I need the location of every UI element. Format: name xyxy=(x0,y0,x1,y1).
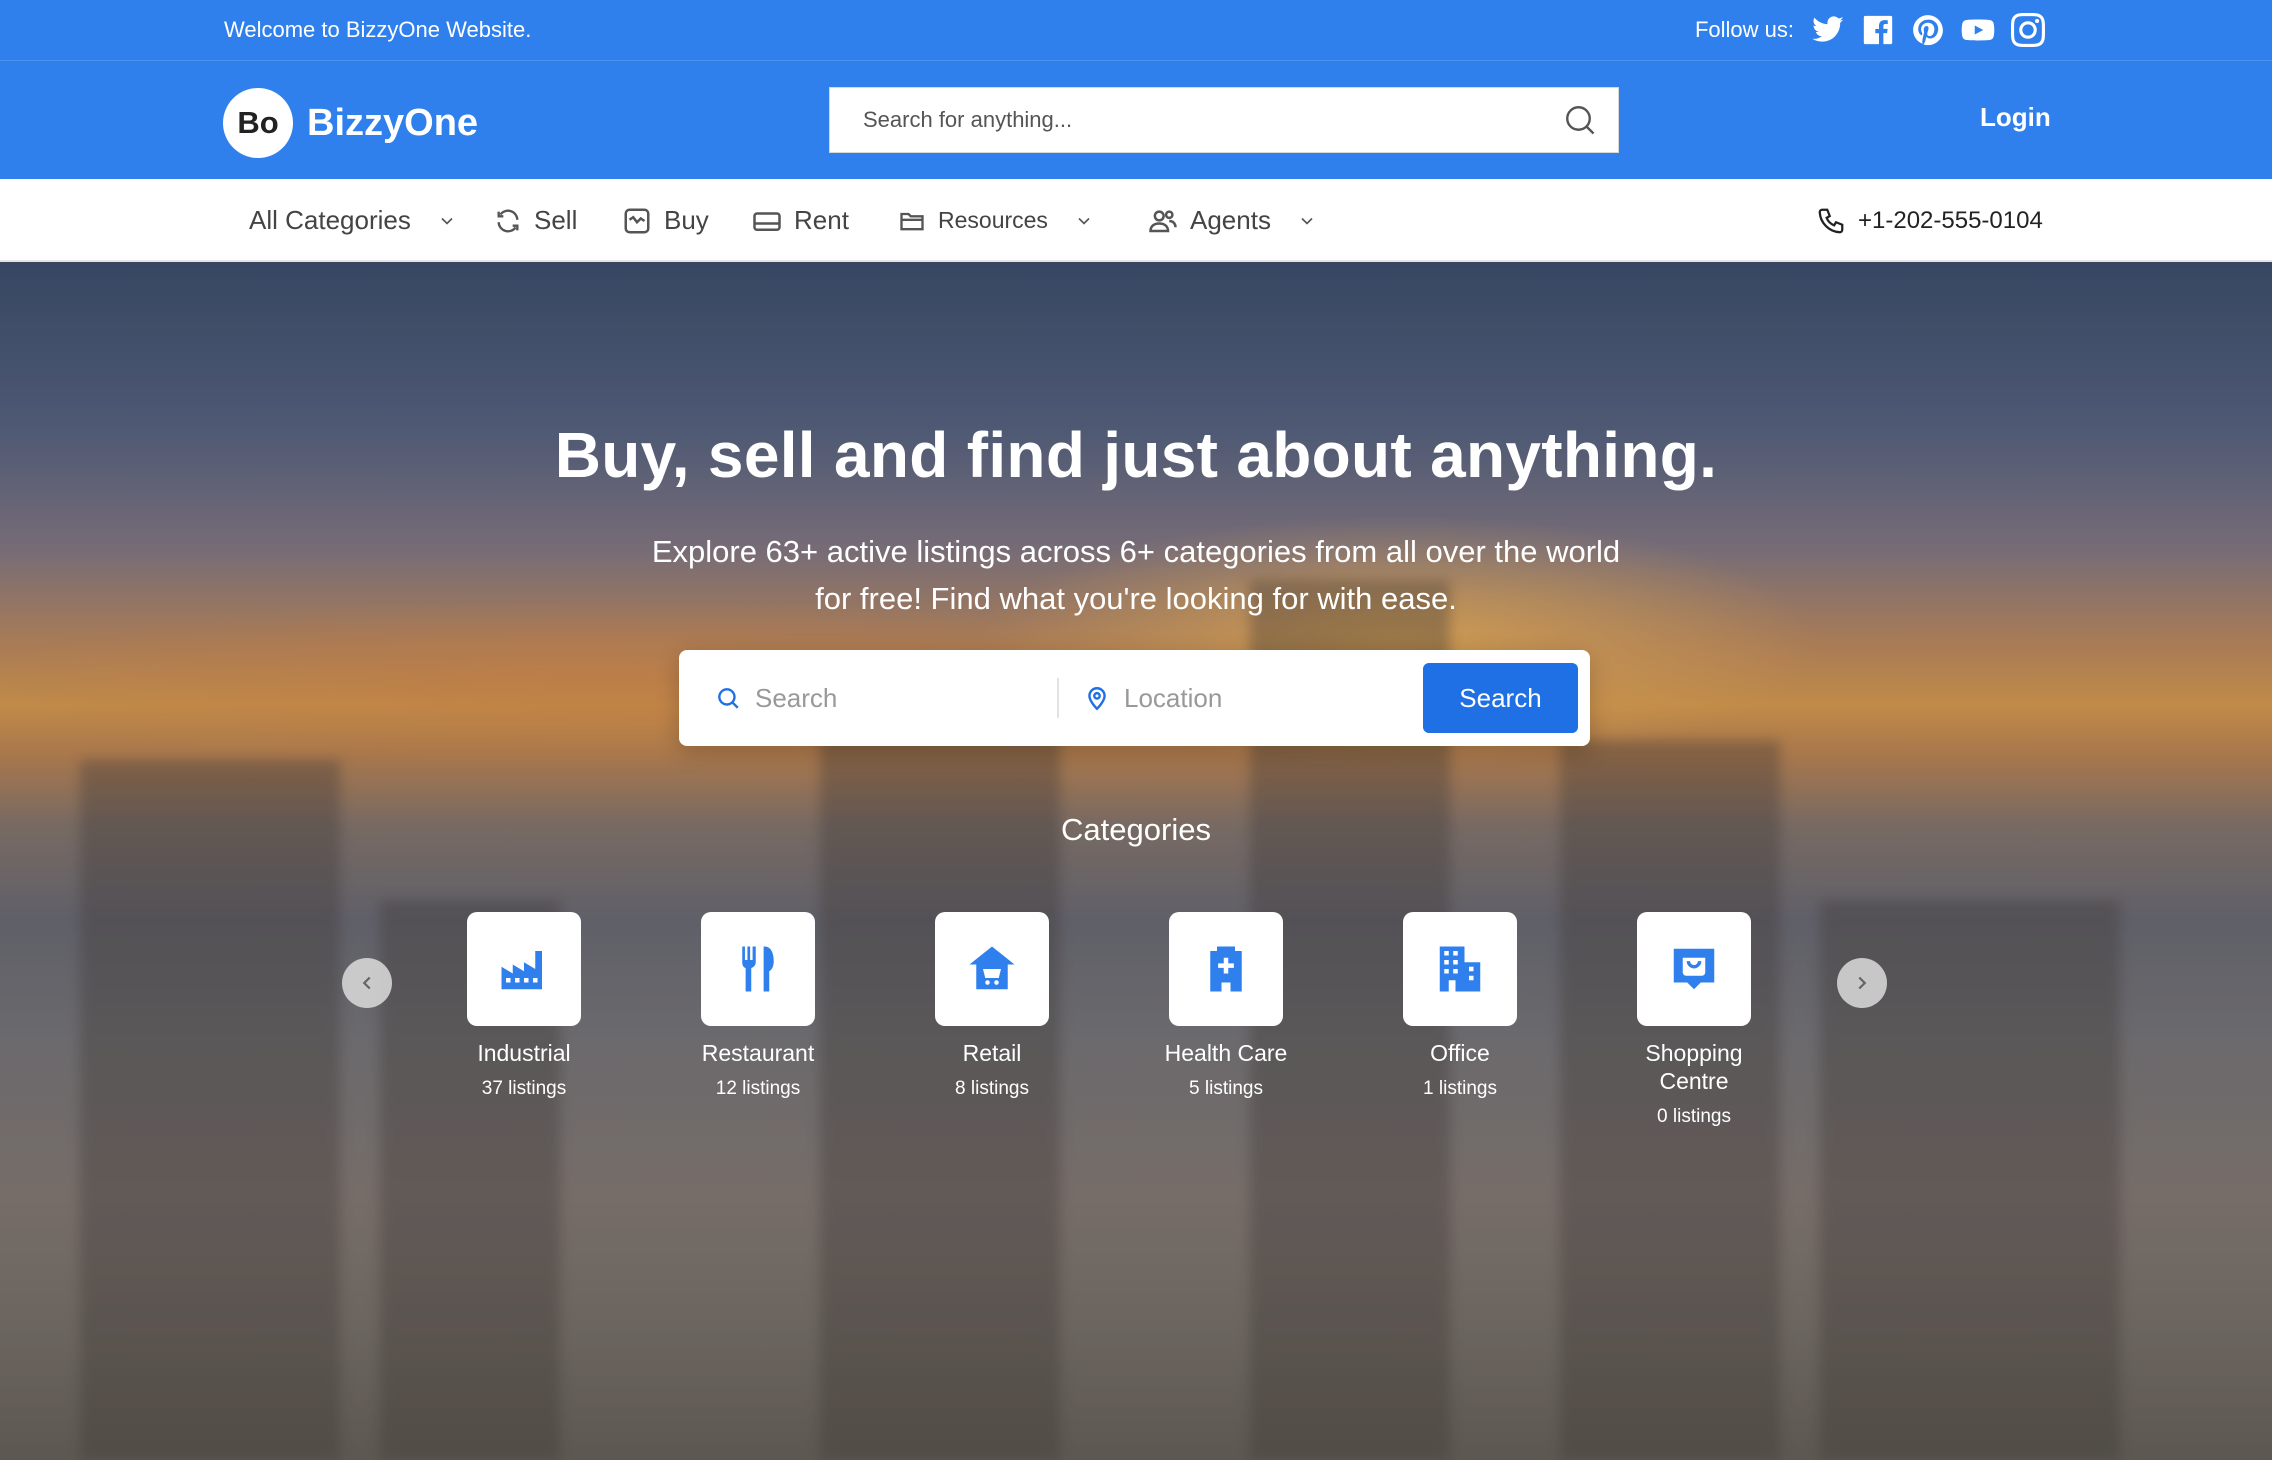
category-name: Shopping Centre xyxy=(1645,1040,1743,1094)
nav-all-categories[interactable]: All Categories xyxy=(249,179,457,262)
category-name: Restaurant xyxy=(701,1040,815,1066)
category-icon-box xyxy=(701,912,815,1026)
logo-text: BizzyOne xyxy=(307,101,479,144)
category-count: 8 listings xyxy=(955,1078,1029,1099)
factory-icon xyxy=(501,951,542,990)
nav-buy[interactable]: Buy xyxy=(622,179,709,262)
category-card[interactable]: Shopping Centre 0 listings xyxy=(1614,912,1774,1128)
category-card[interactable]: Restaurant 12 listings xyxy=(678,912,838,1100)
hero-search-input[interactable] xyxy=(755,682,1055,714)
hero-subtitle: Explore 63+ active listings across 6+ ca… xyxy=(651,534,1621,616)
folder-icon xyxy=(900,212,924,230)
nav-buy-label: Buy xyxy=(664,205,709,235)
nav-rent-label: Rent xyxy=(794,205,849,235)
hospital-icon xyxy=(1210,946,1242,992)
location-field xyxy=(1084,650,1424,746)
twitter-icon[interactable] xyxy=(1810,12,1846,48)
category-count: 37 listings xyxy=(481,1078,567,1099)
shopping-bag-icon xyxy=(1673,948,1715,990)
category-icon-box xyxy=(1637,912,1751,1026)
facebook-icon[interactable] xyxy=(1860,12,1896,48)
follow-label: Follow us: xyxy=(1694,17,1794,42)
search-icon[interactable] xyxy=(1562,102,1598,138)
shop-cart-icon xyxy=(969,946,1015,990)
buy-icon xyxy=(624,208,650,233)
chevron-right-icon xyxy=(1858,976,1867,990)
hero-section: Buy, sell and find just about anything. … xyxy=(0,262,2272,1460)
card-icon xyxy=(753,211,781,231)
nav-agents[interactable]: Agents xyxy=(1148,179,1317,262)
category-name: Industrial xyxy=(477,1040,571,1066)
location-pin-icon xyxy=(1088,687,1106,711)
category-icon-box xyxy=(1169,912,1283,1026)
logo[interactable]: Bo BizzyOne xyxy=(223,88,478,158)
header-search-input[interactable] xyxy=(830,88,1562,152)
chevron-down-icon xyxy=(1301,217,1313,225)
nav-resources[interactable]: Resources xyxy=(898,179,1094,262)
hero-search-bar: Search xyxy=(679,650,1590,746)
category-count: 5 listings xyxy=(1189,1078,1263,1099)
category-icon-box xyxy=(1403,912,1517,1026)
category-count: 1 listings xyxy=(1423,1078,1497,1099)
users-icon xyxy=(1149,209,1177,232)
nav-all-categories-label: All Categories xyxy=(249,205,411,235)
search-divider xyxy=(1057,678,1059,718)
category-name: Office xyxy=(1430,1040,1490,1066)
phone-number: +1-202-555-0104 xyxy=(1858,206,2043,234)
category-name: Health Care xyxy=(1164,1040,1288,1066)
pinterest-icon[interactable] xyxy=(1910,12,1946,48)
hero-title: Buy, sell and find just about anything. xyxy=(554,419,1718,491)
topbar: Welcome to BizzyOne Website. Follow us: xyxy=(0,0,2272,61)
nav-rent[interactable]: Rent xyxy=(752,179,849,262)
chevron-down-icon xyxy=(441,217,453,225)
header-search-box xyxy=(829,87,1619,153)
carousel-prev-button[interactable] xyxy=(342,958,392,1008)
nav-resources-label: Resources xyxy=(938,207,1048,233)
category-card[interactable]: Office 1 listings xyxy=(1380,912,1540,1100)
chevron-left-icon xyxy=(362,976,371,990)
location-input[interactable] xyxy=(1124,682,1424,714)
hero-search-button[interactable]: Search xyxy=(1423,663,1578,733)
social-links: Follow us: xyxy=(1695,12,2046,48)
phone-contact[interactable]: +1-202-555-0104 xyxy=(1816,179,2043,262)
category-count: 12 listings xyxy=(715,1078,801,1099)
category-name: Retail xyxy=(962,1040,1022,1066)
search-icon xyxy=(718,688,739,709)
hero-search-field xyxy=(715,650,1055,746)
youtube-icon[interactable] xyxy=(1960,12,1996,48)
main-nav: All Categories Sell Buy Rent Resources A… xyxy=(0,179,2272,262)
logo-mark: Bo xyxy=(223,88,293,158)
category-count: 0 listings xyxy=(1657,1106,1731,1127)
nav-sell[interactable]: Sell xyxy=(494,179,577,262)
refresh-icon xyxy=(497,209,519,232)
instagram-icon[interactable] xyxy=(2010,12,2046,48)
phone-icon xyxy=(1818,208,1844,233)
main-header: Bo BizzyOne Login xyxy=(0,61,2272,179)
welcome-text: Welcome to BizzyOne Website. xyxy=(224,17,532,42)
cutlery-icon xyxy=(742,946,774,992)
carousel-next-button[interactable] xyxy=(1837,958,1887,1008)
category-card[interactable]: Health Care 5 listings xyxy=(1146,912,1306,1100)
category-card[interactable]: Retail 8 listings xyxy=(912,912,1072,1100)
category-icon-box xyxy=(935,912,1049,1026)
category-icon-box xyxy=(467,912,581,1026)
office-building-icon xyxy=(1439,946,1481,992)
chevron-down-icon xyxy=(1078,217,1090,225)
nav-sell-label: Sell xyxy=(534,205,578,235)
login-link[interactable]: Login xyxy=(1980,102,2051,133)
categories-title: Categories xyxy=(1061,812,1211,847)
category-card[interactable]: Industrial 37 listings xyxy=(444,912,604,1100)
nav-agents-label: Agents xyxy=(1190,205,1271,235)
